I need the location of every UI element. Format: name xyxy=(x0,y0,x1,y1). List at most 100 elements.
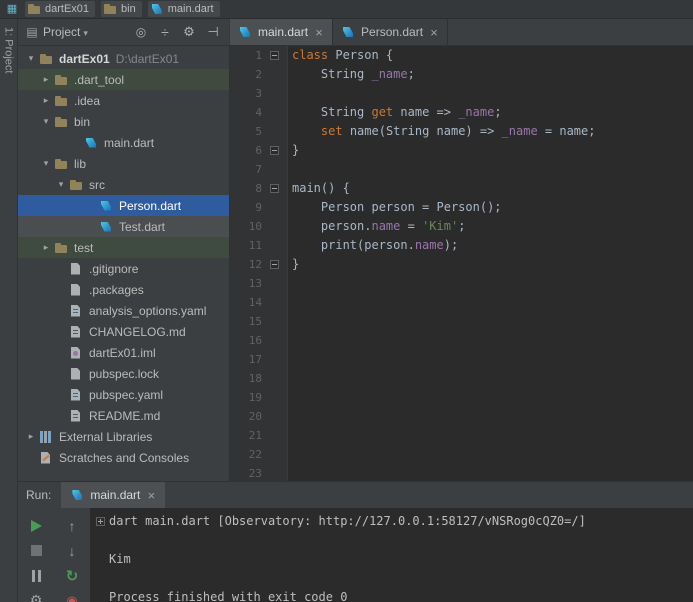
close-tab-icon[interactable] xyxy=(313,25,325,40)
expand-arrow-icon[interactable] xyxy=(39,158,53,169)
fold-marker-icon[interactable] xyxy=(269,146,279,155)
pause-button[interactable] xyxy=(25,565,47,587)
line-number[interactable]: 3 xyxy=(230,84,262,103)
gutter-line: 20 xyxy=(230,407,287,426)
breadcrumb-item-bin[interactable]: bin xyxy=(101,1,142,17)
tree-item-label: pubspec.yaml xyxy=(89,387,164,402)
line-number[interactable]: 18 xyxy=(230,369,262,388)
locate-button[interactable] xyxy=(131,22,151,42)
tree-item-dart-tool[interactable]: .dart_tool xyxy=(18,69,229,90)
fold-marker-icon[interactable] xyxy=(269,260,279,269)
tree-item-person-dart[interactable]: Person.dart xyxy=(18,195,229,216)
run-button[interactable] xyxy=(25,515,47,537)
line-number[interactable]: 10 xyxy=(230,217,262,236)
navigate-up-button[interactable] xyxy=(61,515,83,537)
fold-marker-icon[interactable] xyxy=(96,517,105,526)
line-number[interactable]: 7 xyxy=(230,160,262,179)
tree-item-pubspec-lock[interactable]: pubspec.lock xyxy=(18,363,229,384)
project-panel-toolbar: Project xyxy=(18,19,230,45)
line-number[interactable]: 19 xyxy=(230,388,262,407)
restart-button[interactable] xyxy=(61,590,83,602)
expand-arrow-icon[interactable] xyxy=(54,179,68,190)
tree-item-test[interactable]: test xyxy=(18,237,229,258)
line-number[interactable]: 13 xyxy=(230,274,262,293)
tree-item-gitignore[interactable]: .gitignore xyxy=(18,258,229,279)
tree-item-packages[interactable]: .packages xyxy=(18,279,229,300)
line-number[interactable]: 1 xyxy=(230,46,262,65)
expand-arrow-icon[interactable] xyxy=(39,116,53,127)
rerun-button[interactable] xyxy=(61,565,83,587)
settings-icon xyxy=(181,24,197,40)
expand-arrow-icon[interactable] xyxy=(24,53,38,64)
yaml-icon xyxy=(68,303,84,319)
line-number[interactable]: 17 xyxy=(230,350,262,369)
line-number[interactable]: 4 xyxy=(230,103,262,122)
tree-item-label: .idea xyxy=(74,93,101,108)
line-number[interactable]: 23 xyxy=(230,464,262,481)
tree-item-test-dart[interactable]: Test.dart xyxy=(18,216,229,237)
line-number[interactable]: 21 xyxy=(230,426,262,445)
console-output[interactable]: dart main.dart [Observatory: http://127.… xyxy=(90,508,693,602)
collapse-all-button[interactable] xyxy=(155,22,175,42)
tree-item-lib[interactable]: lib xyxy=(18,153,229,174)
expand-arrow-icon[interactable] xyxy=(24,431,38,442)
tree-item-dartex01[interactable]: dartEx01 D:\dartEx01 xyxy=(18,48,229,69)
project-view-selector[interactable]: Project xyxy=(43,25,80,39)
project-tool-window-button[interactable]: 1: Project xyxy=(3,27,15,602)
expand-arrow-icon[interactable] xyxy=(39,242,53,253)
editor-gutter[interactable]: 1 2 3 4 5 6 7 8 9 10 11 12 13 14 15 16 17 18 19 20 21 22 23 xyxy=(230,46,288,481)
expand-arrow-icon[interactable] xyxy=(39,74,53,85)
tree-item-external-libraries[interactable]: External Libraries xyxy=(18,426,229,447)
line-number[interactable]: 6 xyxy=(230,141,262,160)
line-number[interactable]: 2 xyxy=(230,65,262,84)
tree-item-pubspec-yaml[interactable]: pubspec.yaml xyxy=(18,384,229,405)
run-tab-main-dart[interactable]: main.dart xyxy=(61,482,166,508)
line-number[interactable]: 8 xyxy=(230,179,262,198)
line-number[interactable]: 9 xyxy=(230,198,262,217)
fold-marker-icon[interactable] xyxy=(269,184,279,193)
line-number[interactable]: 12 xyxy=(230,255,262,274)
breadcrumb-item-dartex01[interactable]: dartEx01 xyxy=(25,1,96,17)
fold-marker-icon[interactable] xyxy=(269,51,279,60)
editor-tab-main-dart[interactable]: main.dart xyxy=(230,19,334,45)
tree-item-src[interactable]: src xyxy=(18,174,229,195)
line-number[interactable]: 15 xyxy=(230,312,262,331)
navigate-down-button[interactable] xyxy=(61,540,83,562)
code-line: print(person.name); xyxy=(292,238,459,252)
close-tab-icon[interactable] xyxy=(145,488,157,503)
breadcrumb-item-main-dart[interactable]: main.dart xyxy=(147,1,220,17)
stop-button[interactable] xyxy=(25,540,47,562)
tree-item-readme-md[interactable]: README.md xyxy=(18,405,229,426)
tree-item-bin[interactable]: bin xyxy=(18,111,229,132)
hide-button[interactable] xyxy=(203,22,223,42)
editor-tab-person-dart[interactable]: Person.dart xyxy=(333,19,449,45)
tree-item-analysis-options-yaml[interactable]: analysis_options.yaml xyxy=(18,300,229,321)
line-number[interactable]: 14 xyxy=(230,293,262,312)
close-tab-icon[interactable] xyxy=(428,25,440,40)
tree-item-idea[interactable]: .idea xyxy=(18,90,229,111)
line-number[interactable]: 16 xyxy=(230,331,262,350)
tree-item-changelog-md[interactable]: CHANGELOG.md xyxy=(18,321,229,342)
settings-button[interactable] xyxy=(179,22,199,42)
console-line: dart main.dart [Observatory: http://127.… xyxy=(96,512,693,531)
line-number[interactable]: 22 xyxy=(230,445,262,464)
line-number[interactable]: 20 xyxy=(230,407,262,426)
tool-window-bar: 1: Project xyxy=(0,19,18,602)
line-number[interactable]: 5 xyxy=(230,122,262,141)
code-line: } xyxy=(292,143,300,157)
tree-item-dartex01-iml[interactable]: dartEx01.iml xyxy=(18,342,229,363)
gear-button[interactable] xyxy=(25,590,47,602)
tree-item-main-dart[interactable]: main.dart xyxy=(18,132,229,153)
tree-item-scratches-and-consoles[interactable]: Scratches and Consoles xyxy=(18,447,229,468)
editor[interactable]: 1 2 3 4 5 6 7 8 9 10 11 12 13 14 15 16 17 18 19 20 21 22 23 cl… xyxy=(230,46,693,481)
code-area[interactable]: class Person { String _name; String get … xyxy=(288,46,693,481)
run-panel-header: Run: main.dart xyxy=(18,482,693,508)
hide-icon xyxy=(205,24,221,40)
gutter-line: 10 xyxy=(230,217,287,236)
line-number[interactable]: 11 xyxy=(230,236,262,255)
expand-arrow-icon[interactable] xyxy=(39,95,53,106)
chevron-down-icon[interactable] xyxy=(83,25,88,39)
